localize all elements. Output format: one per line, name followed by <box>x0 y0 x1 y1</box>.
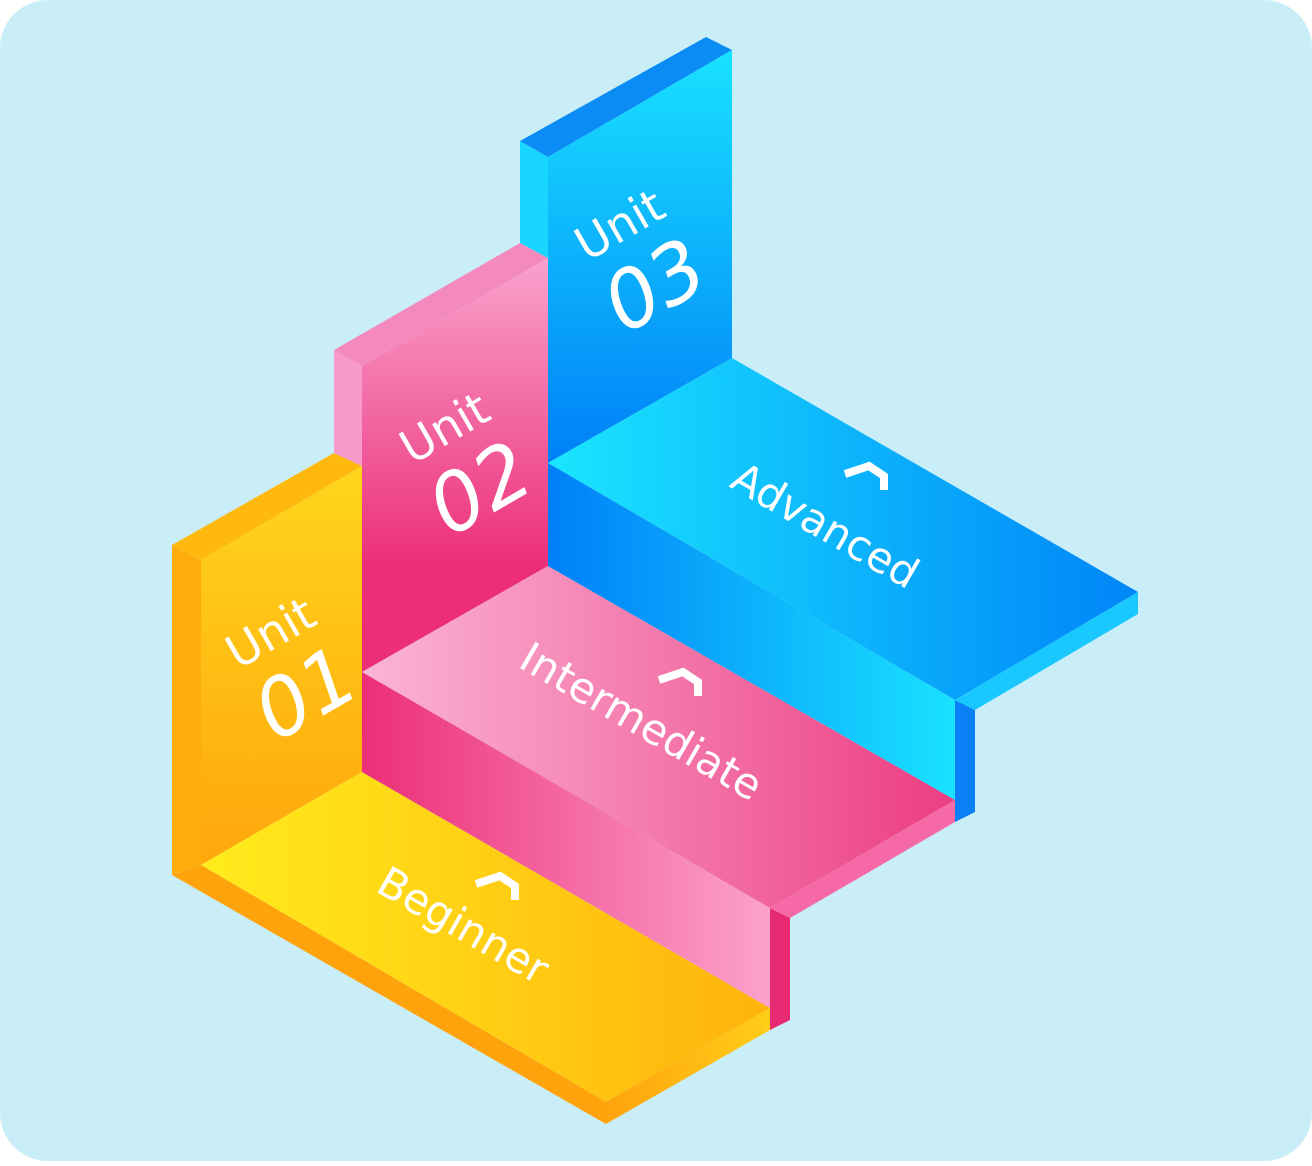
pink-riser-side <box>770 908 790 1030</box>
pink-wall-edge <box>334 350 362 466</box>
staircase-diagram: Unit 01 Unit 02 Unit 03 Beginner Interme… <box>0 0 1312 1161</box>
staircase-infographic: Unit 01 Unit 02 Unit 03 Beginner Interme… <box>0 0 1312 1161</box>
yellow-wall-edge <box>172 545 201 875</box>
blue-riser-side <box>955 700 975 822</box>
blue-wall-edge <box>520 141 548 258</box>
